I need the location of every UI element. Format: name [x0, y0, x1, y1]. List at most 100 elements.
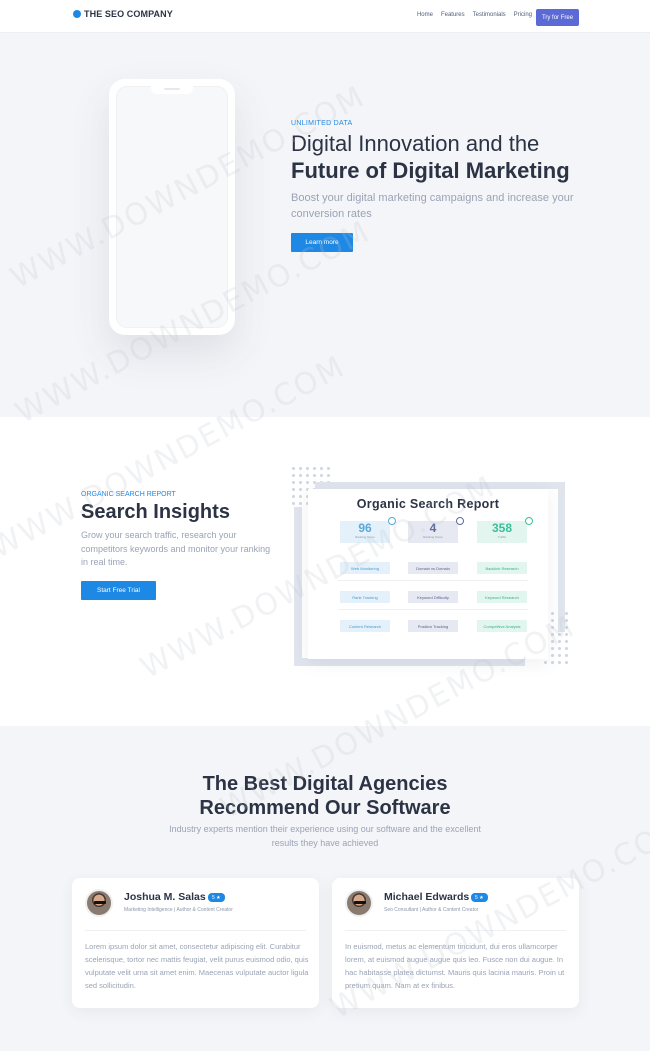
- decorative-dot: [292, 488, 295, 491]
- decorative-dot: [320, 467, 323, 470]
- decorative-dot: [551, 633, 554, 636]
- testimonials-subtitle: Industry experts mention their experienc…: [169, 824, 481, 848]
- decorative-dot: [306, 481, 309, 484]
- brand-logo[interactable]: THE SEO COMPANY: [73, 9, 173, 19]
- feature-domain-vs-domain: Domain vs Domain: [408, 562, 458, 574]
- phone-mockup: [109, 79, 235, 335]
- decorative-dot: [292, 495, 295, 498]
- testimonial-role: Seo Consultant | Author & Content Creato…: [384, 907, 479, 913]
- decorative-dot: [320, 474, 323, 477]
- testimonial-card: Joshua M. Salas 5 ★ Marketing Intelligen…: [72, 878, 319, 1008]
- decorative-dot: [299, 467, 302, 470]
- nav-link-home[interactable]: Home: [417, 12, 433, 18]
- row-divider: [338, 609, 528, 610]
- learn-more-button[interactable]: Learn more: [291, 233, 353, 252]
- hero-eyebrow: UNLIMITED DATA: [291, 120, 353, 127]
- feature-content-research: Content Research: [340, 620, 390, 632]
- decorative-dot: [292, 474, 295, 477]
- logo-dot-icon: [73, 10, 81, 18]
- rating-badge: 5 ★: [471, 893, 488, 902]
- hero-title-line2: Future of Digital Marketing: [291, 158, 570, 183]
- sunglasses-icon: [354, 901, 366, 904]
- decorative-dot: [558, 647, 561, 650]
- stat-label: Ranking Score: [423, 535, 443, 539]
- decorative-dot: [558, 633, 561, 636]
- stat-label: Traffic: [497, 535, 507, 539]
- hero-title-line1: Digital Innovation and the: [291, 131, 540, 156]
- report-illustration: Organic Search Report 96 Ranking Score 4…: [290, 467, 580, 677]
- decorative-dot: [551, 640, 554, 643]
- phone-speaker: [164, 88, 180, 90]
- testimonials-section: The Best Digital Agencies Recommend Our …: [0, 726, 650, 1051]
- stat-badge-icon: [456, 517, 464, 525]
- decorative-dot: [292, 481, 295, 484]
- decorative-dot: [299, 481, 302, 484]
- decorative-dot: [544, 661, 547, 664]
- card-divider: [85, 930, 306, 931]
- decorative-dot: [551, 654, 554, 657]
- decorative-dot: [306, 474, 309, 477]
- decorative-dot: [558, 661, 561, 664]
- decorative-dot: [558, 654, 561, 657]
- start-free-trial-button[interactable]: Start Free Trial: [81, 581, 156, 600]
- testimonials-title-line2: Recommend Our Software: [199, 797, 451, 819]
- stat-value: 358: [491, 521, 513, 535]
- decorative-dot: [327, 474, 330, 477]
- testimonial-role: Marketing Intelligence | Author & Conten…: [124, 907, 233, 913]
- decorative-dot: [565, 619, 568, 622]
- stat-traffic: 358 Traffic: [477, 517, 533, 543]
- insights-subtitle: Grow your search traffic, research your …: [81, 530, 271, 567]
- stat-ranking-score-2: 4 Ranking Score: [408, 517, 464, 543]
- sunglasses-icon: [94, 901, 106, 904]
- feature-position-tracking: Position Tracking: [408, 620, 458, 632]
- report-card: Organic Search Report 96 Ranking Score 4…: [308, 489, 548, 659]
- testimonial-name: Michael Edwards: [384, 891, 470, 903]
- decorative-dot: [565, 640, 568, 643]
- stat-ranking-score: 96 Ranking Score: [340, 517, 396, 543]
- brand-name: THE SEO COMPANY: [84, 9, 173, 19]
- decorative-dot: [306, 467, 309, 470]
- feature-keyword-research: Keyword Research: [477, 591, 527, 603]
- decorative-dot: [565, 612, 568, 615]
- try-for-free-button[interactable]: Try for Free: [536, 9, 579, 26]
- decorative-dot: [551, 661, 554, 664]
- nav-link-testimonials[interactable]: Testimonials: [473, 12, 506, 18]
- hero-subtitle: Boost your digital marketing campaigns a…: [291, 192, 574, 220]
- decorative-dot: [551, 647, 554, 650]
- report-title: Organic Search Report: [356, 497, 500, 511]
- search-insights-section: ORGANIC SEARCH REPORT Search Insights Gr…: [0, 417, 650, 726]
- decorative-dot: [565, 654, 568, 657]
- testimonial-quote: In euismod, metus ac elementum tincidunt…: [345, 942, 565, 990]
- hero-section: UNLIMITED DATA Digital Innovation and th…: [0, 33, 650, 417]
- testimonial-name: Joshua M. Salas: [124, 891, 206, 903]
- avatar: [345, 889, 373, 917]
- stat-label: Ranking Score: [355, 535, 375, 539]
- testimonials-title-line1: The Best Digital Agencies: [202, 773, 448, 795]
- decorative-dot: [299, 502, 302, 505]
- decorative-dot: [299, 495, 302, 498]
- decorative-dot: [565, 633, 568, 636]
- testimonial-quote: Lorem ipsum dolor sit amet, consectetur …: [85, 942, 309, 990]
- stat-value: 96: [358, 521, 372, 535]
- stat-badge-icon: [388, 517, 396, 525]
- decorative-dot: [299, 488, 302, 491]
- stat-value: 4: [429, 521, 437, 535]
- nav-links: Home Features Testimonials Pricing: [409, 12, 532, 18]
- row-divider: [338, 580, 528, 581]
- insights-title: Search Insights: [81, 501, 230, 523]
- testimonial-card: Michael Edwards 5 ★ Seo Consultant | Aut…: [332, 878, 579, 1008]
- decorative-dot: [558, 640, 561, 643]
- decorative-dot: [565, 647, 568, 650]
- card-divider: [345, 930, 566, 931]
- decorative-dot: [313, 474, 316, 477]
- feature-competitive-analysis: Competitive Analysis: [477, 620, 527, 632]
- feature-backlink-research: Backlink Research: [477, 562, 527, 574]
- feature-keyword-difficulty: Keyword Difficulty: [408, 591, 458, 603]
- phone-screen: [116, 86, 228, 328]
- decorative-dot: [565, 661, 568, 664]
- nav-link-features[interactable]: Features: [441, 12, 465, 18]
- nav-link-pricing[interactable]: Pricing: [514, 12, 532, 18]
- decorative-dot: [299, 474, 302, 477]
- decorative-dot: [565, 626, 568, 629]
- stat-badge-icon: [525, 517, 533, 525]
